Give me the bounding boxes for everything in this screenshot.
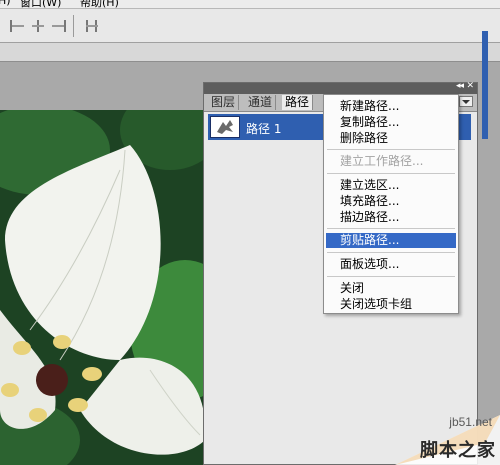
menu-separator [327,228,455,229]
distribute-horizontal-icon[interactable] [84,19,100,33]
menu-item-partial[interactable]: H) [0,0,11,7]
document-tab-bar [0,43,500,62]
watermark-url: jb51.net [449,415,492,429]
toolbar-separator [73,15,74,37]
menu-separator [327,173,455,174]
panel-menu-button[interactable] [459,96,473,107]
align-right-edges-icon[interactable] [50,19,66,33]
menu-item-panel-options[interactable]: 面板选项... [324,257,458,272]
menu-separator [327,252,455,253]
menu-separator [327,276,455,277]
menu-separator [327,149,455,150]
flower-photo [0,110,205,465]
paths-panel-menu: 新建路径... 复制路径... 删除路径 建立工作路径... 建立选区... 填… [323,94,459,314]
menu-item-window[interactable]: 窗口(W) [20,0,61,8]
close-icon[interactable]: ✕ [466,81,474,91]
collapse-panel-icon[interactable]: ◂◂ [456,81,464,91]
menu-item-help[interactable]: 帮助(H) [80,0,119,8]
menu-item-clipping-path[interactable]: 剪贴路径... [326,233,456,248]
path-thumbnail [210,116,240,138]
align-left-edges-icon[interactable] [10,19,26,33]
menu-item-delete-path[interactable]: 删除路径 [324,131,458,146]
panel-scrollbar[interactable] [482,31,488,139]
align-horizontal-centers-icon[interactable] [30,19,46,33]
panel-title-bar[interactable]: ◂◂ ✕ [204,81,477,94]
tab-layers[interactable]: 图层 [208,95,240,110]
menu-item-close[interactable]: 关闭 [324,281,458,296]
menu-item-make-work-path: 建立工作路径... [340,154,424,168]
menu-item-new-path[interactable]: 新建路径... [324,99,458,114]
menu-item-stroke-path[interactable]: 描边路径... [324,210,458,225]
options-bar [0,9,500,43]
menu-item-fill-path[interactable]: 填充路径... [324,194,458,209]
path-name: 路径 1 [246,122,282,136]
menu-item-make-selection[interactable]: 建立选区... [324,178,458,193]
menu-item-close-tab-group[interactable]: 关闭选项卡组 [324,297,458,312]
tab-paths[interactable]: 路径 [282,95,314,110]
menu-bar: H) 窗口(W) 帮助(H) [0,0,500,9]
tab-channels[interactable]: 通道 [245,95,277,110]
watermark-brand: 脚本之家 [420,440,496,461]
menu-item-duplicate-path[interactable]: 复制路径... [324,115,458,130]
